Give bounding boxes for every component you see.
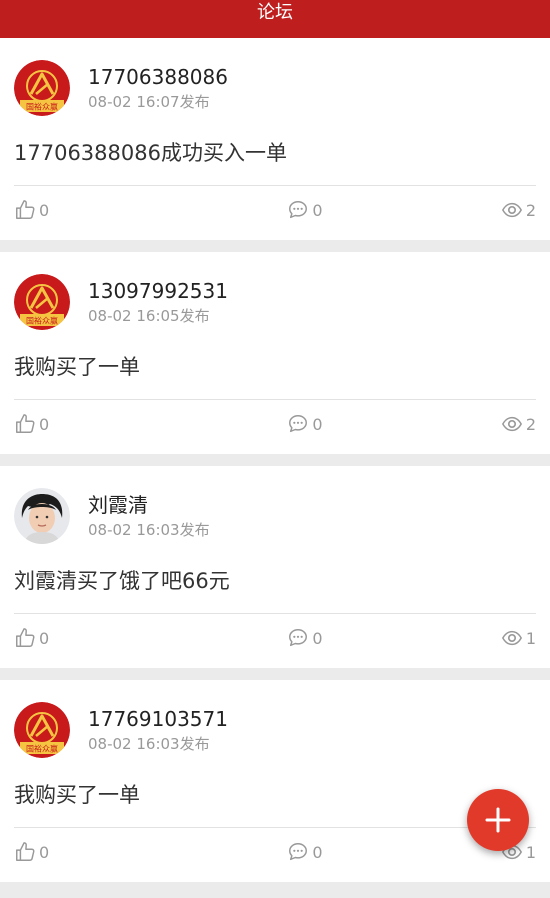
thumbs-up-icon: [16, 414, 35, 433]
comment-count: 0: [312, 842, 323, 862]
views-indicator: 2: [501, 413, 536, 435]
post-author[interactable]: 17769103571: [88, 706, 228, 732]
comment-count: 0: [312, 628, 323, 648]
thumbs-up-icon: [16, 200, 35, 219]
eye-icon: [501, 202, 522, 218]
post-author[interactable]: 17706388086: [88, 64, 228, 90]
post-feed: 国裕众赢 17706388086 08-02 16:07发布 177063880…: [0, 38, 550, 882]
post-time: 08-02 16:03发布: [88, 521, 210, 539]
post-author[interactable]: 刘霞清: [88, 492, 210, 518]
post-card[interactable]: 刘霞清 08-02 16:03发布 刘霞清买了饿了吧66元 0 0 1: [0, 466, 550, 668]
page-title: 论坛: [257, 2, 293, 23]
thumbs-up-icon: [16, 842, 35, 861]
post-content[interactable]: 我购买了一单: [14, 352, 536, 382]
avatar[interactable]: 国裕众赢: [14, 60, 70, 116]
post-content[interactable]: 刘霞清买了饿了吧66元: [14, 566, 536, 596]
like-count: 0: [39, 200, 50, 220]
post-card[interactable]: 国裕众赢 17769103571 08-02 16:03发布 我购买了一单 0 …: [0, 680, 550, 882]
new-post-button[interactable]: [467, 789, 529, 851]
app-header: 论坛: [0, 0, 550, 38]
post-time: 08-02 16:07发布: [88, 93, 210, 111]
view-count: 2: [525, 414, 536, 434]
eye-icon: [501, 630, 522, 646]
comment-count: 0: [312, 200, 323, 220]
avatar[interactable]: 国裕众赢: [14, 702, 70, 758]
comment-icon: [289, 415, 308, 433]
comment-count: 0: [312, 414, 323, 434]
brand-logo-text: 国裕众赢: [26, 744, 58, 754]
like-count: 0: [39, 628, 50, 648]
brand-logo-icon: 国裕众赢: [14, 274, 70, 330]
view-count: 2: [525, 200, 536, 220]
post-content[interactable]: 17706388086成功买入一单: [14, 138, 536, 168]
brand-logo-icon: 国裕众赢: [14, 702, 70, 758]
views-indicator: 1: [501, 627, 536, 649]
comment-button[interactable]: 0: [287, 627, 323, 649]
comment-button[interactable]: 0: [287, 413, 323, 435]
like-button[interactable]: 0: [14, 413, 49, 435]
avatar[interactable]: 国裕众赢: [14, 274, 70, 330]
like-button[interactable]: 0: [14, 627, 49, 649]
post-card[interactable]: 国裕众赢 13097992531 08-02 16:05发布 我购买了一单 0 …: [0, 252, 550, 454]
post-time: 08-02 16:03发布: [88, 735, 210, 753]
brand-logo-text: 国裕众赢: [26, 316, 58, 326]
user-photo-icon: [14, 488, 70, 544]
eye-icon: [501, 416, 522, 432]
like-button[interactable]: 0: [14, 199, 49, 221]
view-count: 1: [525, 842, 536, 862]
comment-button[interactable]: 0: [287, 199, 323, 221]
like-button[interactable]: 0: [14, 841, 49, 863]
avatar[interactable]: [14, 488, 70, 544]
post-card[interactable]: 国裕众赢 17706388086 08-02 16:07发布 177063880…: [0, 38, 550, 240]
brand-logo-text: 国裕众赢: [26, 102, 58, 112]
comment-icon: [289, 201, 308, 219]
like-count: 0: [39, 842, 50, 862]
post-time: 08-02 16:05发布: [88, 307, 210, 325]
comment-icon: [289, 843, 308, 861]
comment-icon: [289, 629, 308, 647]
view-count: 1: [525, 628, 536, 648]
plus-icon: [485, 807, 511, 833]
brand-logo-icon: 国裕众赢: [14, 60, 70, 116]
post-author[interactable]: 13097992531: [88, 278, 228, 304]
thumbs-up-icon: [16, 628, 35, 647]
like-count: 0: [39, 414, 50, 434]
views-indicator: 2: [501, 199, 536, 221]
comment-button[interactable]: 0: [287, 841, 323, 863]
post-content[interactable]: 我购买了一单: [14, 780, 536, 810]
